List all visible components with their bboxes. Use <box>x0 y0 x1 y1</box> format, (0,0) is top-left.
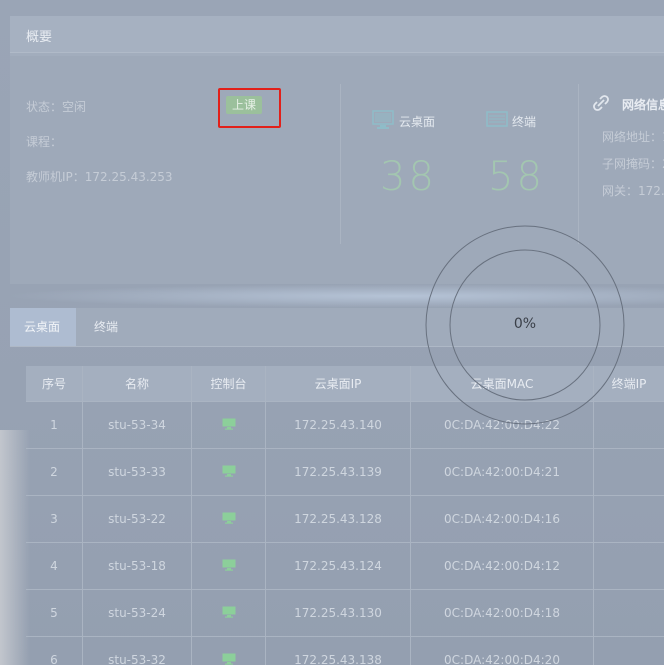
cloud-desktop-label: 云桌面 <box>399 115 436 129</box>
console-monitor-icon[interactable] <box>222 418 236 433</box>
network-info-title: 网络信息 <box>622 98 664 112</box>
terminal-ip-cell <box>594 449 664 496</box>
cell-name: stu-53-32 <box>83 637 192 665</box>
cell-mac: 0C:DA:42:00:D4:18 <box>411 590 594 637</box>
table-row[interactable]: 6 stu-53-32 172.25.43.138 0C:DA:42:00:D4:20 <box>26 637 664 665</box>
subnet-mask-label: 子网掩码：2 <box>602 157 664 171</box>
link-icon <box>590 93 612 117</box>
table-row[interactable]: 5 stu-53-24 172.25.43.130 0C:DA:42:00:D4:18 <box>26 590 664 637</box>
divider-left <box>340 84 341 244</box>
cell-ip: 172.25.43.139 <box>266 449 411 496</box>
cell-index: 2 <box>26 449 83 496</box>
cell-index: 6 <box>26 637 83 665</box>
cell-ip: 172.25.43.138 <box>266 637 411 665</box>
console-cell <box>192 543 266 590</box>
header-desktop-ip: 云桌面IP <box>266 366 411 402</box>
progress-percent: 0% <box>513 316 537 332</box>
console-cell <box>192 637 266 665</box>
header-index: 序号 <box>26 366 83 402</box>
console-monitor-icon[interactable] <box>222 512 236 527</box>
table-row[interactable]: 4 stu-53-18 172.25.43.124 0C:DA:42:00:D4:12 <box>26 543 664 590</box>
terminal-ip-cell <box>594 543 664 590</box>
table-row[interactable]: 2 stu-53-33 172.25.43.139 0C:DA:42:00:D4:21 <box>26 449 664 496</box>
header-name: 名称 <box>83 366 192 402</box>
cell-name: stu-53-24 <box>83 590 192 637</box>
tab-terminal[interactable]: 终端 <box>80 308 132 346</box>
cell-ip: 172.25.43.124 <box>266 543 411 590</box>
cell-index: 4 <box>26 543 83 590</box>
cell-name: stu-53-18 <box>83 543 192 590</box>
console-monitor-icon[interactable] <box>222 606 236 621</box>
overview-title: 概要 <box>26 30 53 45</box>
highlight-annotation-box <box>218 88 281 128</box>
network-address-label: 网络地址：1 <box>602 130 664 144</box>
overview-panel-header: 概要 <box>10 16 664 53</box>
terminal-label: 终端 <box>512 115 537 129</box>
cell-index: 5 <box>26 590 83 637</box>
cell-ip: 172.25.43.140 <box>266 402 411 449</box>
status-label: 状态：空闲 <box>26 100 87 114</box>
cell-name: stu-53-34 <box>83 402 192 449</box>
cloud-desktop-icon <box>372 110 394 134</box>
cell-mac: 0C:DA:42:00:D4:21 <box>411 449 594 496</box>
header-console: 控制台 <box>192 366 266 402</box>
terminal-ip-cell <box>594 496 664 543</box>
course-label: 课程： <box>26 135 63 149</box>
terminal-icon <box>486 111 508 133</box>
cell-mac: 0C:DA:42:00:D4:12 <box>411 543 594 590</box>
cell-index: 3 <box>26 496 83 543</box>
teacher-ip-label: 教师机IP：172.25.43.253 <box>26 170 173 184</box>
terminal-ip-cell <box>594 590 664 637</box>
console-cell <box>192 449 266 496</box>
console-monitor-icon[interactable] <box>222 653 236 665</box>
cell-mac: 0C:DA:42:00:D4:16 <box>411 496 594 543</box>
console-cell <box>192 496 266 543</box>
cell-ip: 172.25.43.128 <box>266 496 411 543</box>
cell-name: stu-53-33 <box>83 449 192 496</box>
console-monitor-icon[interactable] <box>222 559 236 574</box>
console-cell <box>192 402 266 449</box>
cell-ip: 172.25.43.130 <box>266 590 411 637</box>
cell-name: stu-53-22 <box>83 496 192 543</box>
tab-cloud-desktop[interactable]: 云桌面 <box>10 308 76 346</box>
gateway-label: 网关：172.2 <box>602 184 664 198</box>
cell-mac: 0C:DA:42:00:D4:20 <box>411 637 594 665</box>
table-row[interactable]: 3 stu-53-22 172.25.43.128 0C:DA:42:00:D4:16 <box>26 496 664 543</box>
cloud-desktop-count: 38 <box>380 154 437 200</box>
console-monitor-icon[interactable] <box>222 465 236 480</box>
divider-right <box>578 84 579 244</box>
terminal-count: 58 <box>488 154 545 200</box>
console-cell <box>192 590 266 637</box>
terminal-ip-cell <box>594 637 664 665</box>
cell-index: 1 <box>26 402 83 449</box>
